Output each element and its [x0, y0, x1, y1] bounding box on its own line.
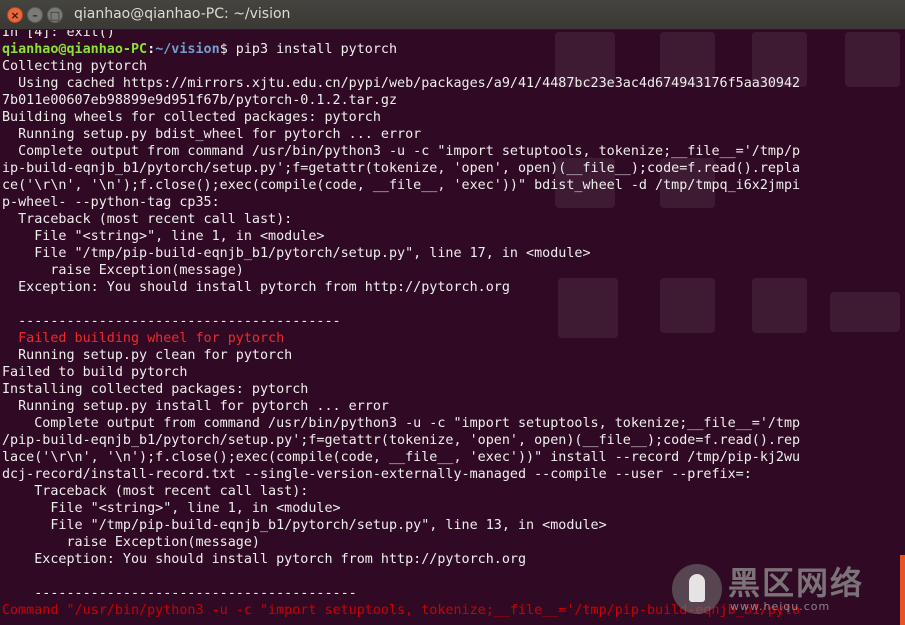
terminal-line: Building wheels for collected packages: … — [2, 110, 381, 125]
desktop-ghost-icon — [830, 292, 900, 332]
terminal-line: File "<string>", line 1, in <module> — [2, 229, 325, 244]
terminal-line: ---------------------------------------- — [2, 314, 341, 329]
terminal-line: Complete output from command /usr/bin/py… — [2, 144, 801, 159]
terminal-line: ip-build-eqnjb_b1/pytorch/setup.py';f=ge… — [2, 161, 801, 176]
terminal-line: qianhao@qianhao-PC:~/vision$ pip3 instal… — [2, 41, 800, 58]
terminal-output: In [4]: exit() qianhao@qianhao-PC:~/visio… — [2, 30, 800, 619]
terminal-line: ce('\r\n', '\n');f.close();exec(compile(… — [2, 178, 801, 193]
minimize-icon[interactable]: – — [27, 7, 43, 23]
terminal-line: Exception: You should install pytorch fr… — [2, 280, 510, 295]
prompt-command: pip3 install pytorch — [227, 42, 398, 57]
scrollbar[interactable] — [900, 555, 905, 625]
terminal-line: lace('\r\n', '\n');f.close();exec(compil… — [2, 450, 801, 465]
terminal-line: In [4]: exit() — [2, 30, 115, 40]
terminal-line: Collecting pytorch — [2, 59, 148, 74]
terminal-body[interactable]: In [4]: exit() qianhao@qianhao-PC:~/visio… — [0, 30, 905, 625]
window-titlebar[interactable]: × – □ qianhao@qianhao-PC: ~/vision — [0, 0, 905, 30]
close-icon[interactable]: × — [7, 7, 23, 23]
terminal-line: Using cached https://mirrors.xjtu.edu.cn… — [2, 76, 801, 91]
terminal-line: Traceback (most recent call last): — [2, 484, 309, 499]
prompt-path: ~/vision — [155, 42, 220, 57]
terminal-line: Running setup.py bdist_wheel for pytorch… — [2, 127, 422, 142]
prompt-symbol: $ — [219, 42, 228, 57]
terminal-line: Running setup.py install for pytorch ...… — [2, 399, 389, 414]
terminal-line: dcj-record/install-record.txt --single-v… — [2, 467, 752, 482]
terminal-line: raise Exception(message) — [2, 263, 244, 278]
terminal-line: p-wheel- --python-tag cp35: — [2, 195, 220, 210]
watermark: 黑区网络 www.heiqu.com — [672, 558, 900, 620]
terminal-line: /pip-build-eqnjb_b1/pytorch/setup.py';f=… — [2, 433, 801, 448]
prompt-separator: : — [147, 42, 156, 57]
terminal-line: Traceback (most recent call last): — [2, 212, 293, 227]
terminal-line: File "/tmp/pip-build-eqnjb_b1/pytorch/se… — [2, 518, 607, 533]
desktop-ghost-icon — [845, 32, 900, 87]
terminal-line: 7b011e00607eb98899e9d951f67b/pytorch-0.1… — [2, 93, 398, 108]
terminal-line: raise Exception(message) — [2, 535, 260, 550]
watermark-logo-icon — [672, 564, 722, 614]
window-title: qianhao@qianhao-PC: ~/vision — [74, 6, 291, 22]
terminal-line: Complete output from command /usr/bin/py… — [2, 416, 801, 431]
maximize-icon[interactable]: □ — [47, 7, 63, 23]
terminal-line: Failed to build pytorch — [2, 365, 188, 380]
terminal-window: × – □ qianhao@qianhao-PC: ~/vision In [4… — [0, 0, 905, 625]
terminal-line: File "/tmp/pip-build-eqnjb_b1/pytorch/se… — [2, 246, 591, 261]
terminal-line: Installing collected packages: pytorch — [2, 382, 309, 397]
watermark-url: www.heiqu.com — [730, 600, 831, 613]
terminal-line: Running setup.py clean for pytorch — [2, 348, 293, 363]
terminal-line: Failed building wheel for pytorch — [2, 331, 285, 346]
prompt-user-host: qianhao@qianhao-PC — [2, 42, 148, 57]
terminal-line: File "<string>", line 1, in <module> — [2, 501, 341, 516]
watermark-text: 黑区网络 — [728, 564, 865, 602]
